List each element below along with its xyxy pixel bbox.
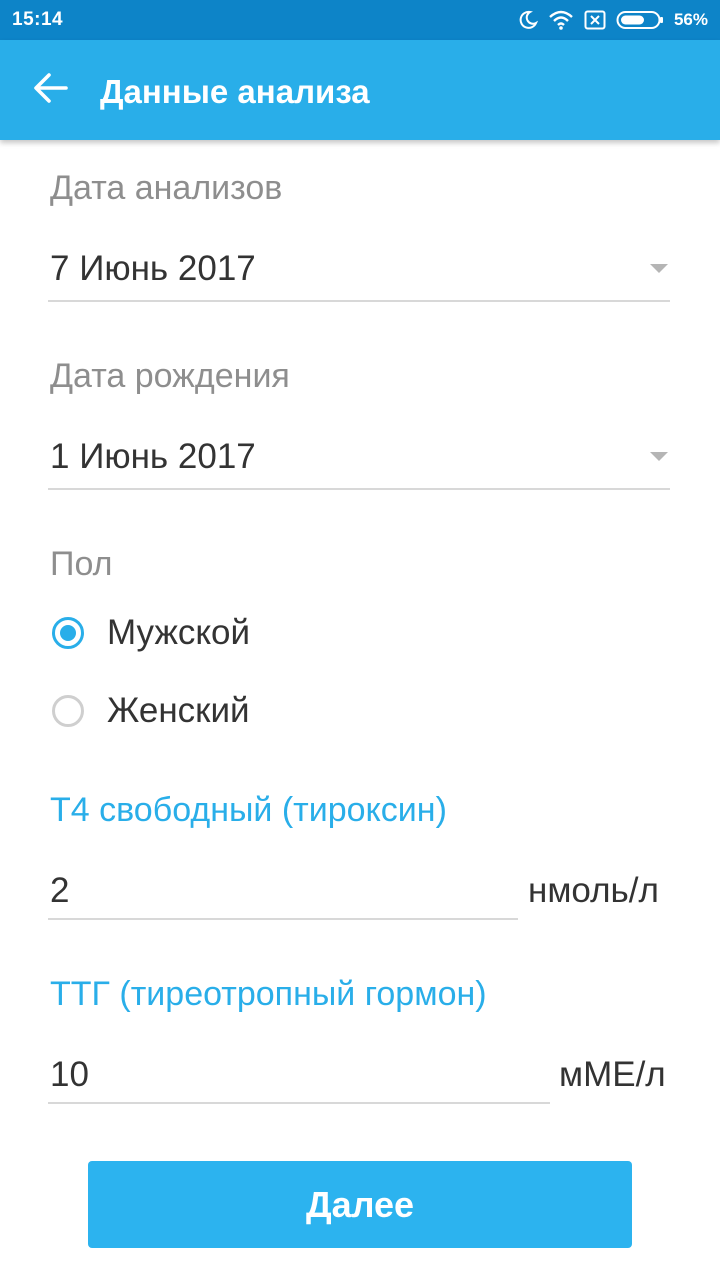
- back-button[interactable]: [22, 68, 78, 112]
- no-sim-icon: [584, 10, 606, 30]
- status-icons: 56%: [518, 8, 708, 32]
- radio-male[interactable]: Мужской: [52, 608, 250, 658]
- birth-date-label: Дата рождения: [50, 357, 290, 395]
- analysis-date-spinner[interactable]: 7 Июнь 2017: [48, 240, 670, 302]
- analysis-date-value: 7 Июнь 2017: [50, 249, 256, 288]
- arrow-left-icon: [32, 72, 68, 109]
- wifi-icon: [548, 10, 574, 30]
- radio-checked-icon: [52, 617, 84, 649]
- t4-input[interactable]: 2: [48, 866, 518, 920]
- app-bar: Данные анализа: [0, 40, 720, 140]
- tsh-label: ТТГ (тиреотропный гормон): [50, 975, 487, 1013]
- next-button[interactable]: Далее: [88, 1161, 632, 1248]
- status-time: 15:14: [12, 9, 64, 30]
- tsh-input-value: 10: [50, 1055, 89, 1094]
- birth-date-spinner[interactable]: 1 Июнь 2017: [48, 428, 670, 490]
- page-title: Данные анализа: [100, 73, 370, 110]
- dropdown-arrow-icon: [650, 264, 668, 273]
- moon-icon: [518, 10, 538, 30]
- t4-input-value: 2: [50, 871, 70, 910]
- t4-label: Т4 свободный (тироксин): [50, 791, 447, 829]
- t4-unit: нмоль/л: [528, 871, 659, 910]
- gender-label: Пол: [50, 545, 113, 583]
- radio-female-label: Женский: [107, 691, 250, 730]
- dropdown-arrow-icon: [650, 452, 668, 461]
- radio-dot: [60, 625, 76, 641]
- radio-unchecked-icon: [52, 695, 84, 727]
- analysis-date-label: Дата анализов: [50, 169, 283, 207]
- status-bar: 15:14 56%: [0, 0, 720, 40]
- tsh-input[interactable]: 10: [48, 1050, 550, 1104]
- radio-female[interactable]: Женский: [52, 686, 250, 736]
- radio-male-label: Мужской: [107, 613, 251, 652]
- battery-icon: [616, 10, 664, 30]
- birth-date-value: 1 Июнь 2017: [50, 437, 256, 476]
- battery-percentage: 56%: [673, 10, 708, 29]
- tsh-unit: мМЕ/л: [559, 1055, 666, 1094]
